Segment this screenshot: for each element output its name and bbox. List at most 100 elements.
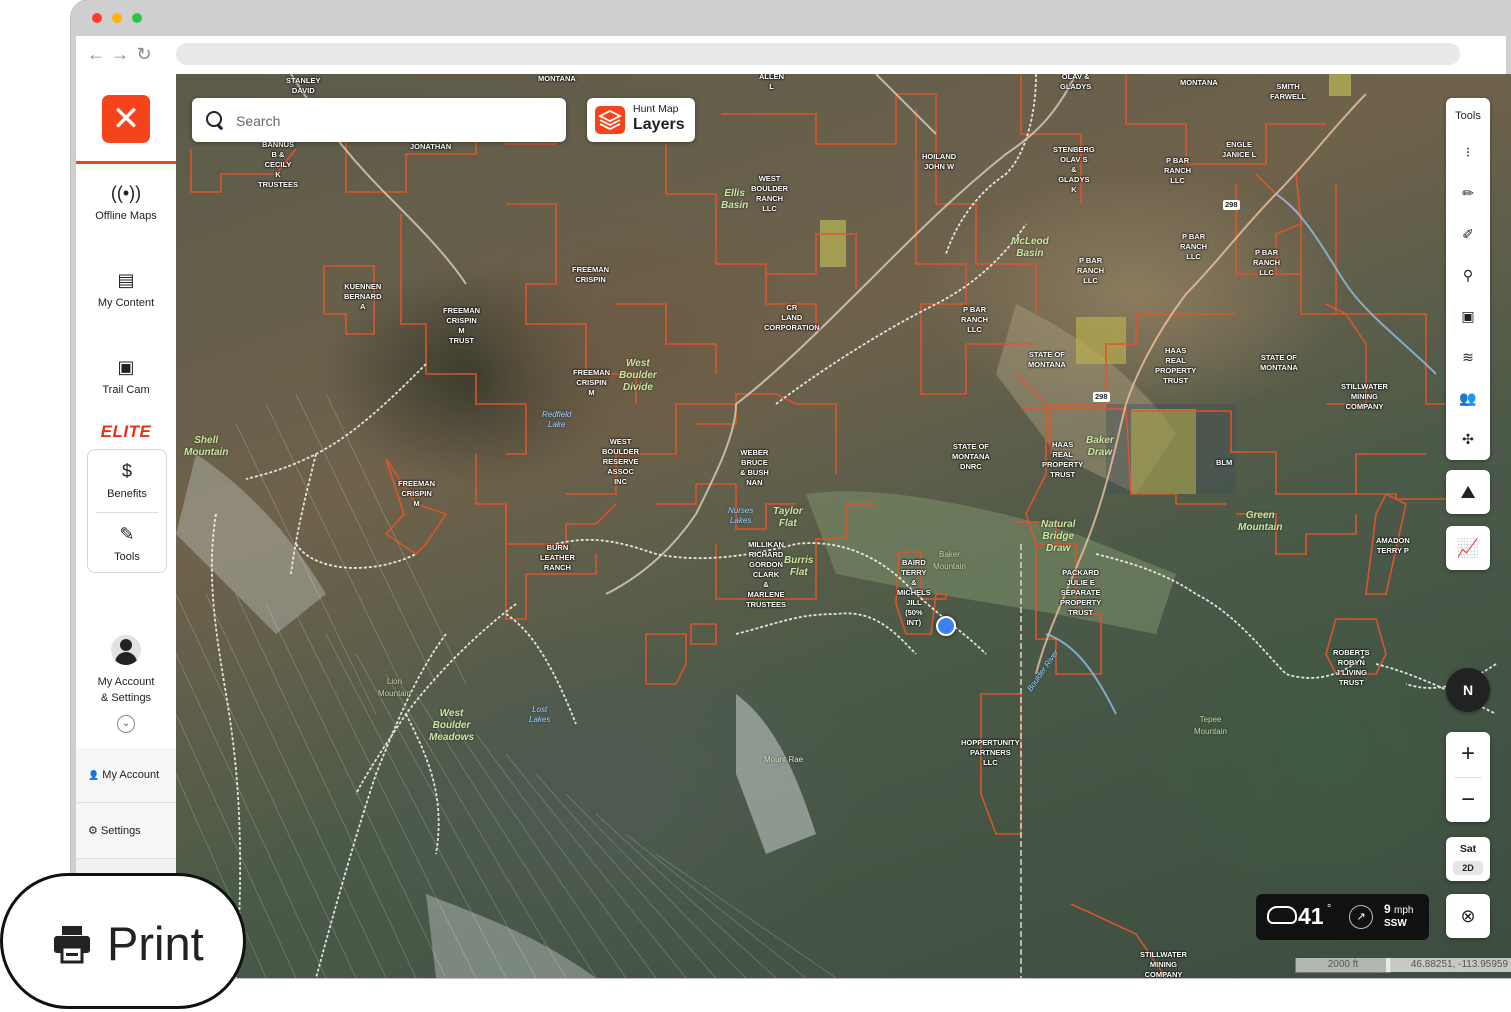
current-location-marker[interactable] xyxy=(936,616,956,636)
locate-button[interactable]: ⊗ xyxy=(1446,894,1490,938)
parcel-label: BANNUS B & CECILY K TRUSTEES xyxy=(258,140,299,189)
zoom-in-button[interactable]: + xyxy=(1446,732,1490,776)
parcel-label: HOPPERTUNITY PARTNERS LLC xyxy=(961,738,1020,767)
parcel-label: HAAS REAL PROPERTY TRUST xyxy=(1042,440,1084,479)
sidebar-item-label: Benefits xyxy=(107,488,147,500)
parcel-label: P BAR RANCH LLC xyxy=(1253,248,1281,277)
avatar[interactable] xyxy=(111,635,141,665)
parcel-label: FREEMAN CRISPIN xyxy=(572,265,610,284)
sidebar-item-my-content[interactable]: ▤ My Content xyxy=(76,267,176,309)
search-icon xyxy=(206,111,222,127)
wind-direction: SSW xyxy=(1384,918,1407,929)
feature-label: West Boulder Meadows xyxy=(429,708,475,743)
temperature: 41 xyxy=(1298,903,1324,929)
basemap-toggle[interactable]: Sat 2D xyxy=(1446,837,1490,881)
parcel-label: PACKARD JULIE E SEPARATE PROPERTY TRUST xyxy=(1060,568,1102,617)
parcel-label: ROBERTS ROBYN J LIVING TRUST xyxy=(1333,648,1370,687)
sidebar-item-offline-maps[interactable]: ((•)) Offline Maps xyxy=(76,180,176,222)
sidebar-item-trail-cam[interactable]: ▣ Trail Cam xyxy=(76,354,176,396)
feature-label: Taylor Flat xyxy=(773,506,803,529)
scale-bar: 2000 ft xyxy=(1295,958,1391,973)
title-bar xyxy=(71,0,1511,36)
printer-icon xyxy=(54,926,90,964)
chevron-down-icon[interactable]: ⌄ xyxy=(117,715,135,733)
draw-line-icon[interactable]: ✏ xyxy=(1458,183,1478,203)
tools-title: Tools xyxy=(1455,110,1481,122)
parcel-label: AMADON TERRY P xyxy=(1376,536,1410,555)
feature-label: Tepee Mountain xyxy=(1194,715,1227,736)
feature-label: Baker Mountain xyxy=(933,550,966,571)
parcel-label: MONTANA xyxy=(538,74,576,83)
user-icon: 👤 xyxy=(88,770,100,780)
forward-arrow-icon[interactable]: → xyxy=(110,44,130,64)
road-shield: 298 xyxy=(1223,200,1240,210)
account-label-line2: & Settings xyxy=(100,692,152,704)
parcel-label: KUENNEN BERNARD A xyxy=(344,282,382,311)
parcel-label: HAAS REAL PROPERTY TRUST xyxy=(1155,346,1197,385)
search-input[interactable] xyxy=(234,110,538,132)
parcel-label: JONATHAN xyxy=(410,142,452,151)
parcel-label: STATE OF MONTANA xyxy=(1028,350,1066,369)
parcel-label: ALLEN L xyxy=(759,74,784,91)
parcel-label: P BAR RANCH LLC xyxy=(1077,256,1105,285)
menu-item-my-account[interactable]: 👤 My Account xyxy=(76,748,176,803)
parcel-label: SMITH FARWELL xyxy=(1270,82,1307,101)
feature-label: West Boulder Divide xyxy=(619,358,657,393)
parcel-label: STATE OF MONTANA DNRC xyxy=(952,442,990,471)
gear-icon: ⚙ xyxy=(88,825,98,837)
print-button[interactable]: Print xyxy=(0,873,246,1009)
elite-divider xyxy=(96,512,158,513)
close-window-button[interactable] xyxy=(92,13,102,23)
waypoint-icon[interactable]: ⚲ xyxy=(1458,265,1478,285)
terrain-icon: ⛰ xyxy=(1460,482,1476,502)
wind-icon[interactable]: ≋ xyxy=(1458,347,1478,367)
brand-divider xyxy=(76,161,176,164)
feature-label: Baker Draw xyxy=(1086,435,1114,458)
parcel-label: ENGLE JANICE L xyxy=(1222,140,1257,159)
back-arrow-icon[interactable]: ← xyxy=(86,44,106,64)
people-icon[interactable]: 👥 xyxy=(1458,388,1478,408)
parcel-label: FREEMAN CRISPIN M xyxy=(398,479,436,508)
locate-icon: ⊗ xyxy=(1460,906,1476,926)
weather-widget[interactable]: 41 ° ↗ 9 mph SSW xyxy=(1256,894,1429,940)
parcel-label: FREEMAN CRISPIN M xyxy=(573,368,611,397)
trail-cam-icon[interactable]: ▣ xyxy=(1458,306,1478,326)
sidebar: ✕ ((•)) Offline Maps ▤ My Content ▣ Trai… xyxy=(76,74,176,978)
compass-button[interactable]: N xyxy=(1446,668,1490,712)
degree-symbol: ° xyxy=(1327,903,1332,915)
feature-label: McLeod Basin xyxy=(1011,236,1049,259)
map-overlay xyxy=(176,74,1497,978)
sidebar-item-benefits[interactable]: $ Benefits xyxy=(77,458,177,500)
sidebar-item-tools[interactable]: ✎ Tools xyxy=(77,521,177,563)
maximize-window-button[interactable] xyxy=(132,13,142,23)
zoom-out-button[interactable]: − xyxy=(1446,778,1490,822)
hunt-map-layers-button[interactable]: Hunt Map Layers xyxy=(587,98,695,142)
menu-item-label: My Account xyxy=(102,769,160,781)
map-canvas[interactable]: STANLEY DAVID MONTANA ALLEN L OLAV & GLA… xyxy=(176,74,1511,978)
feature-label: Natural Bridge Draw xyxy=(1041,519,1076,554)
reload-icon[interactable]: ↻ xyxy=(134,44,154,64)
browser-window: ← → ↻ ✕ ((•)) Offline Maps ▤ My Content … xyxy=(71,0,1511,978)
app-logo-button[interactable]: ✕ xyxy=(102,95,150,143)
terrain-button[interactable]: ⛰ xyxy=(1446,470,1490,514)
cloud-icon xyxy=(1267,906,1297,924)
water-label: Redfield Lake xyxy=(542,410,572,429)
wind-speed: 9 mph xyxy=(1384,902,1414,916)
minimize-window-button[interactable] xyxy=(112,13,122,23)
address-bar[interactable] xyxy=(176,43,1460,65)
account-label-line1: My Account xyxy=(97,676,155,688)
satellite-icon[interactable]: ✣ xyxy=(1458,429,1478,449)
menu-item-settings[interactable]: ⚙ Settings xyxy=(76,804,176,859)
parcel-label: WEBER BRUCE & BUSH NAN xyxy=(740,448,769,487)
browser-toolbar: ← → ↻ xyxy=(76,36,1506,74)
parcel-label: P BAR RANCH LLC xyxy=(1180,232,1208,261)
search-box[interactable] xyxy=(192,98,566,142)
elevation-profile-button[interactable]: 📈 xyxy=(1446,526,1490,570)
feature-label: Mount Rae xyxy=(764,755,804,764)
feature-label: Lion Mountain xyxy=(378,677,411,698)
parcel-label: CR LAND CORPORATION xyxy=(764,303,820,332)
account-settings-label[interactable]: My Account & Settings xyxy=(76,674,176,706)
route-icon[interactable]: ⁝ xyxy=(1458,142,1478,162)
draw-shape-icon[interactable]: ✐ xyxy=(1458,224,1478,244)
parcel-label: OLAV & GLADYS xyxy=(1060,74,1092,91)
